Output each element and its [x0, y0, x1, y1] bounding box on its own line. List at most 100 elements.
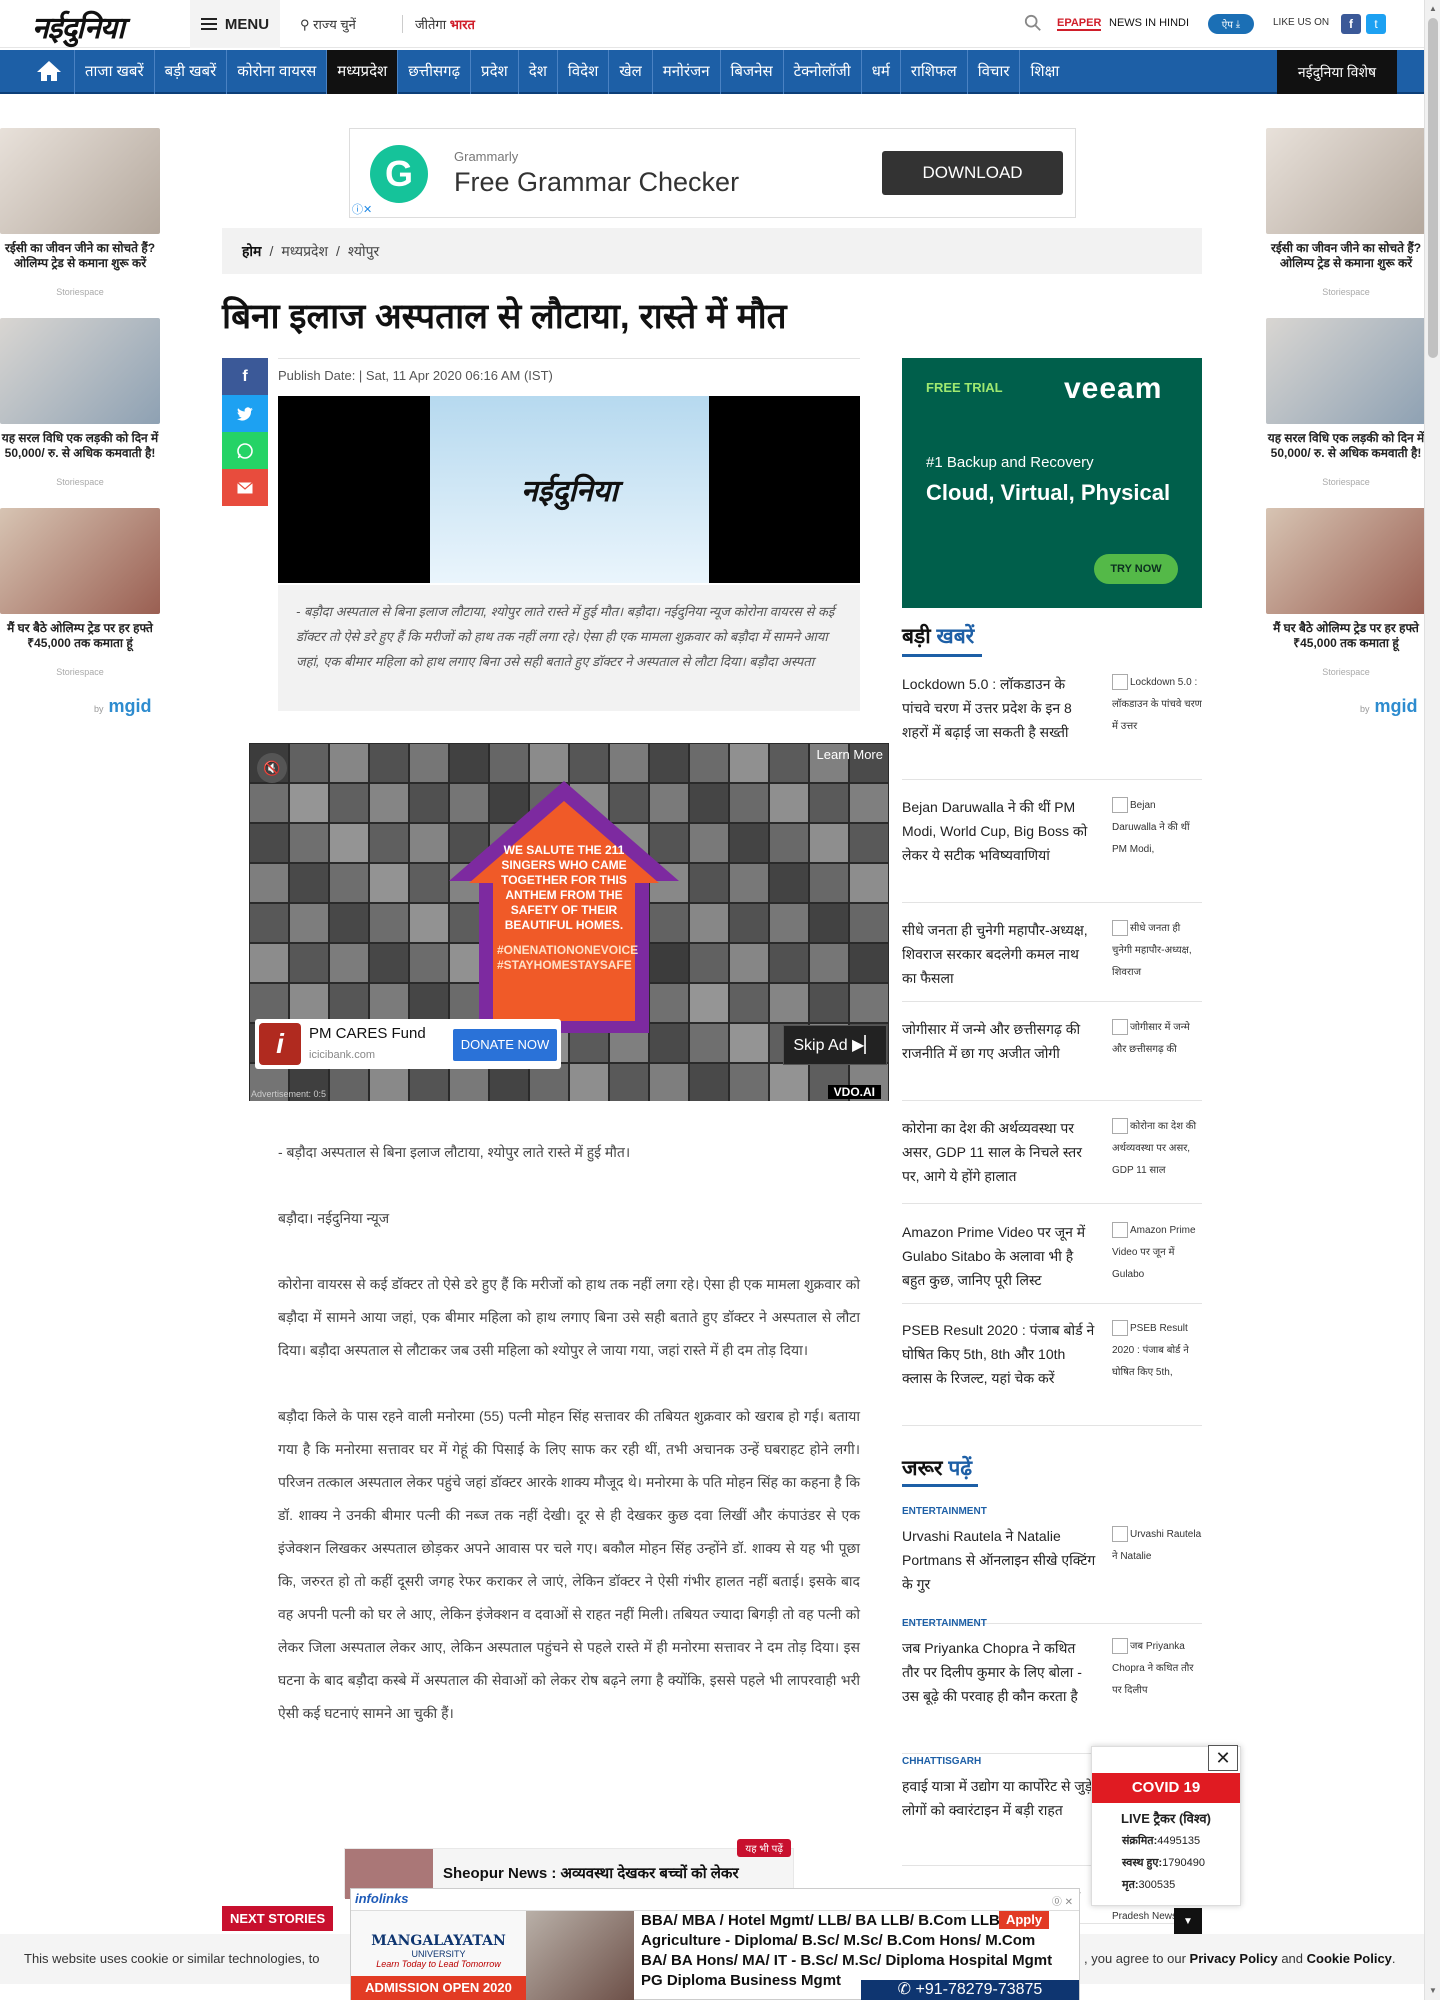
apply-button[interactable]: Apply — [999, 1911, 1049, 1929]
nav-item[interactable]: मनोरंजन — [651, 50, 720, 94]
nav-item[interactable]: प्रदेश — [470, 50, 518, 94]
news-category[interactable]: ENTERTAINMENT — [902, 1618, 987, 1629]
menu-button[interactable]: MENU — [190, 0, 280, 48]
state-selector[interactable]: ⚲ राज्य चुनें — [300, 15, 356, 33]
nav-item[interactable]: विदेश — [556, 50, 608, 94]
vdo-ai-logo[interactable]: VDO.AI — [827, 1085, 881, 1099]
nav-item[interactable]: देश — [517, 50, 557, 94]
naidunia-special-link[interactable]: नईदुनिया विशेष — [1277, 50, 1397, 94]
collage-tile — [769, 783, 809, 823]
collage-tile — [729, 863, 769, 903]
facebook-icon[interactable]: f — [222, 358, 268, 395]
collage-tile — [729, 983, 769, 1023]
facebook-icon[interactable]: f — [1341, 14, 1361, 34]
nav-item[interactable]: कोरोना वायरस — [226, 50, 326, 94]
nav-item[interactable]: बिजनेस — [719, 50, 783, 94]
veeam-ad[interactable]: FREE TRIAL veeam #1 Backup and Recovery … — [902, 358, 1202, 608]
search-icon[interactable] — [1024, 14, 1042, 32]
article-title: बिना इलाज अस्पताल से लौटाया, रास्ते में … — [222, 297, 787, 336]
nav-item[interactable]: ताजा खबरें — [74, 50, 154, 94]
donate-now-button[interactable]: DONATE NOW — [453, 1029, 557, 1061]
infolinks-ad[interactable]: infolinks ⓪ ✕ MANGALAYATAN UNIVERSITY Le… — [350, 1888, 1080, 2000]
nav-item[interactable]: धर्म — [860, 50, 900, 94]
news-category[interactable]: ENTERTAINMENT — [902, 1506, 987, 1517]
collage-tile — [689, 983, 729, 1023]
epaper-link[interactable]: EPAPER — [1057, 17, 1102, 31]
infolinks-logo[interactable]: infolinks — [355, 1891, 408, 1906]
phone-number[interactable]: ✆ +91-78279-73875 — [861, 1980, 1079, 2000]
phone-text: +91-78279-73875 — [915, 1981, 1043, 1998]
news-item[interactable]: Bejan Daruwalla ने की थीं PM Modi, World… — [902, 795, 1202, 903]
nav-item[interactable]: टेक्नोलॉजी — [782, 50, 861, 94]
scrollbar-thumb[interactable] — [1428, 18, 1438, 358]
grammarly-ad[interactable]: G Grammarly Free Grammar Checker DOWNLOA… — [349, 128, 1076, 218]
mgid-logo-right[interactable]: by mgid — [1360, 696, 1418, 717]
privacy-policy-link[interactable]: Privacy Policy — [1190, 1951, 1278, 1966]
email-icon[interactable] — [222, 469, 268, 506]
collage-tile — [729, 903, 769, 943]
try-now-button[interactable]: TRY NOW — [1094, 554, 1178, 584]
side-ad-card[interactable]: मैं घर बैठे ओलिम्प ट्रेड पर हर हफ्ते ₹45… — [1266, 508, 1426, 677]
close-icon[interactable]: ✕ — [1208, 1745, 1238, 1771]
nav-item[interactable]: मध्यप्रदेश — [326, 50, 398, 94]
news-thumbnail: सीधे जनता ही चुनेगी महापौर-अध्यक्ष, शिवर… — [1112, 918, 1202, 984]
site-logo[interactable]: नईदुनिया — [32, 6, 125, 47]
news-headline: Amazon Prime Video पर जून में Gulabo Sit… — [902, 1224, 1086, 1288]
news-item[interactable]: ENTERTAINMENT Urvashi Rautela ने Natalie … — [902, 1506, 1202, 1624]
whatsapp-icon[interactable] — [222, 432, 268, 469]
news-thumbnail: Lockdown 5.0 : लॉकडाउन के पांचवे चरण में… — [1112, 672, 1202, 738]
breadcrumb-sheopur[interactable]: श्योपुर — [348, 242, 379, 261]
side-ad-card[interactable]: रईसी का जीवन जीने का सोचते हैं? ओलिम्प ट… — [0, 128, 160, 297]
news-item[interactable]: कोरोना का देश की अर्थव्यवस्था पर असर, GD… — [902, 1116, 1202, 1204]
news-item[interactable]: ENTERTAINMENT जब Priyanka Chopra ने कथित … — [902, 1618, 1202, 1754]
collage-tile — [369, 983, 409, 1023]
nav-item[interactable]: राशिफल — [899, 50, 967, 94]
side-ad-card[interactable]: रईसी का जीवन जीने का सोचते हैं? ओलिम्प ट… — [1266, 128, 1426, 297]
collage-tile — [769, 743, 809, 783]
nav-item[interactable]: खेल — [608, 50, 651, 94]
news-in-hindi-link[interactable]: NEWS IN HINDI — [1109, 17, 1189, 29]
twitter-icon[interactable] — [222, 395, 268, 432]
side-ad-card[interactable]: यह सरल विधि एक लड़की को दिन में 50,000/ … — [0, 318, 160, 487]
news-item[interactable]: Lockdown 5.0 : लॉकडाउन के पांचवे चरण में… — [902, 672, 1202, 780]
app-label: ऐप — [1221, 20, 1233, 31]
nav-item[interactable]: शिक्षा — [1019, 50, 1069, 94]
page-scrollbar[interactable]: ▲ ▼ — [1424, 0, 1440, 2000]
twitter-icon[interactable]: t — [1366, 14, 1386, 34]
confirmed-label: संक्रमित: — [1122, 1835, 1158, 1847]
side-ad-card[interactable]: यह सरल विधि एक लड़की को दिन में 50,000/ … — [1266, 318, 1426, 487]
ad-close-icon[interactable]: ⓘ✕ — [352, 201, 372, 217]
video-ad[interactable]: WE SALUTE THE 211 SINGERS WHO CAME TOGET… — [249, 743, 889, 1101]
scroll-down-icon[interactable]: ▼ — [1429, 1986, 1437, 1995]
cookie-policy-link[interactable]: Cookie Policy — [1307, 1951, 1392, 1966]
nav-item[interactable]: छत्तीसगढ़ — [397, 50, 470, 94]
nav-item[interactable]: विचार — [966, 50, 1020, 94]
news-category[interactable]: CHHATTISGARH — [902, 1756, 981, 1767]
side-ad-caption: रईसी का जीवन जीने का सोचते हैं? ओलिम्प ट… — [4, 241, 156, 270]
side-ad-source: Storiespace — [1322, 667, 1370, 677]
news-item[interactable]: PSEB Result 2020 : पंजाब बोर्ड ने घोषित … — [902, 1318, 1202, 1426]
scroll-up-icon[interactable]: ▲ — [1429, 4, 1437, 13]
ad-controls-icon[interactable]: ⓪ ✕ — [1052, 1893, 1073, 1908]
article-video-player[interactable]: नईदुनिया — [278, 396, 860, 583]
collage-tile — [329, 823, 369, 863]
news-item[interactable]: सीधे जनता ही चुनेगी महापौर-अध्यक्ष, शिवर… — [902, 918, 1202, 1002]
sponsor-card[interactable]: i PM CARES Fund icicibank.com DONATE NOW — [255, 1019, 561, 1069]
learn-more-link[interactable]: Learn More — [817, 747, 883, 762]
mute-icon[interactable]: 🔇 — [257, 753, 287, 783]
nav-item[interactable]: बड़ी खबरें — [153, 50, 227, 94]
news-item[interactable]: Amazon Prime Video पर जून में Gulabo Sit… — [902, 1220, 1202, 1304]
home-icon[interactable] — [36, 60, 62, 82]
jeetega-bharat-link[interactable]: जीतेगा भारत — [402, 15, 475, 33]
mgid-logo[interactable]: by mgid — [94, 696, 152, 717]
breadcrumb-home[interactable]: होम — [242, 242, 261, 261]
news-item[interactable]: जोगीसार में जन्मे और छत्तीसगढ़ की राजनीत… — [902, 1017, 1202, 1101]
skip-ad-button[interactable]: Skip Ad ▶▏ — [783, 1025, 887, 1065]
chevron-down-icon[interactable]: ▼ — [1174, 1908, 1202, 1936]
next-stories-label[interactable]: NEXT STORIES — [222, 1906, 334, 1931]
collage-tile — [809, 943, 849, 983]
app-download-button[interactable]: ऐप ⤓ — [1208, 14, 1254, 34]
download-button[interactable]: DOWNLOAD — [882, 151, 1063, 195]
breadcrumb-madhya-pradesh[interactable]: मध्यप्रदेश — [281, 242, 328, 261]
side-ad-card[interactable]: मैं घर बैठे ओलिम्प ट्रेड पर हर हफ्ते ₹45… — [0, 508, 160, 677]
